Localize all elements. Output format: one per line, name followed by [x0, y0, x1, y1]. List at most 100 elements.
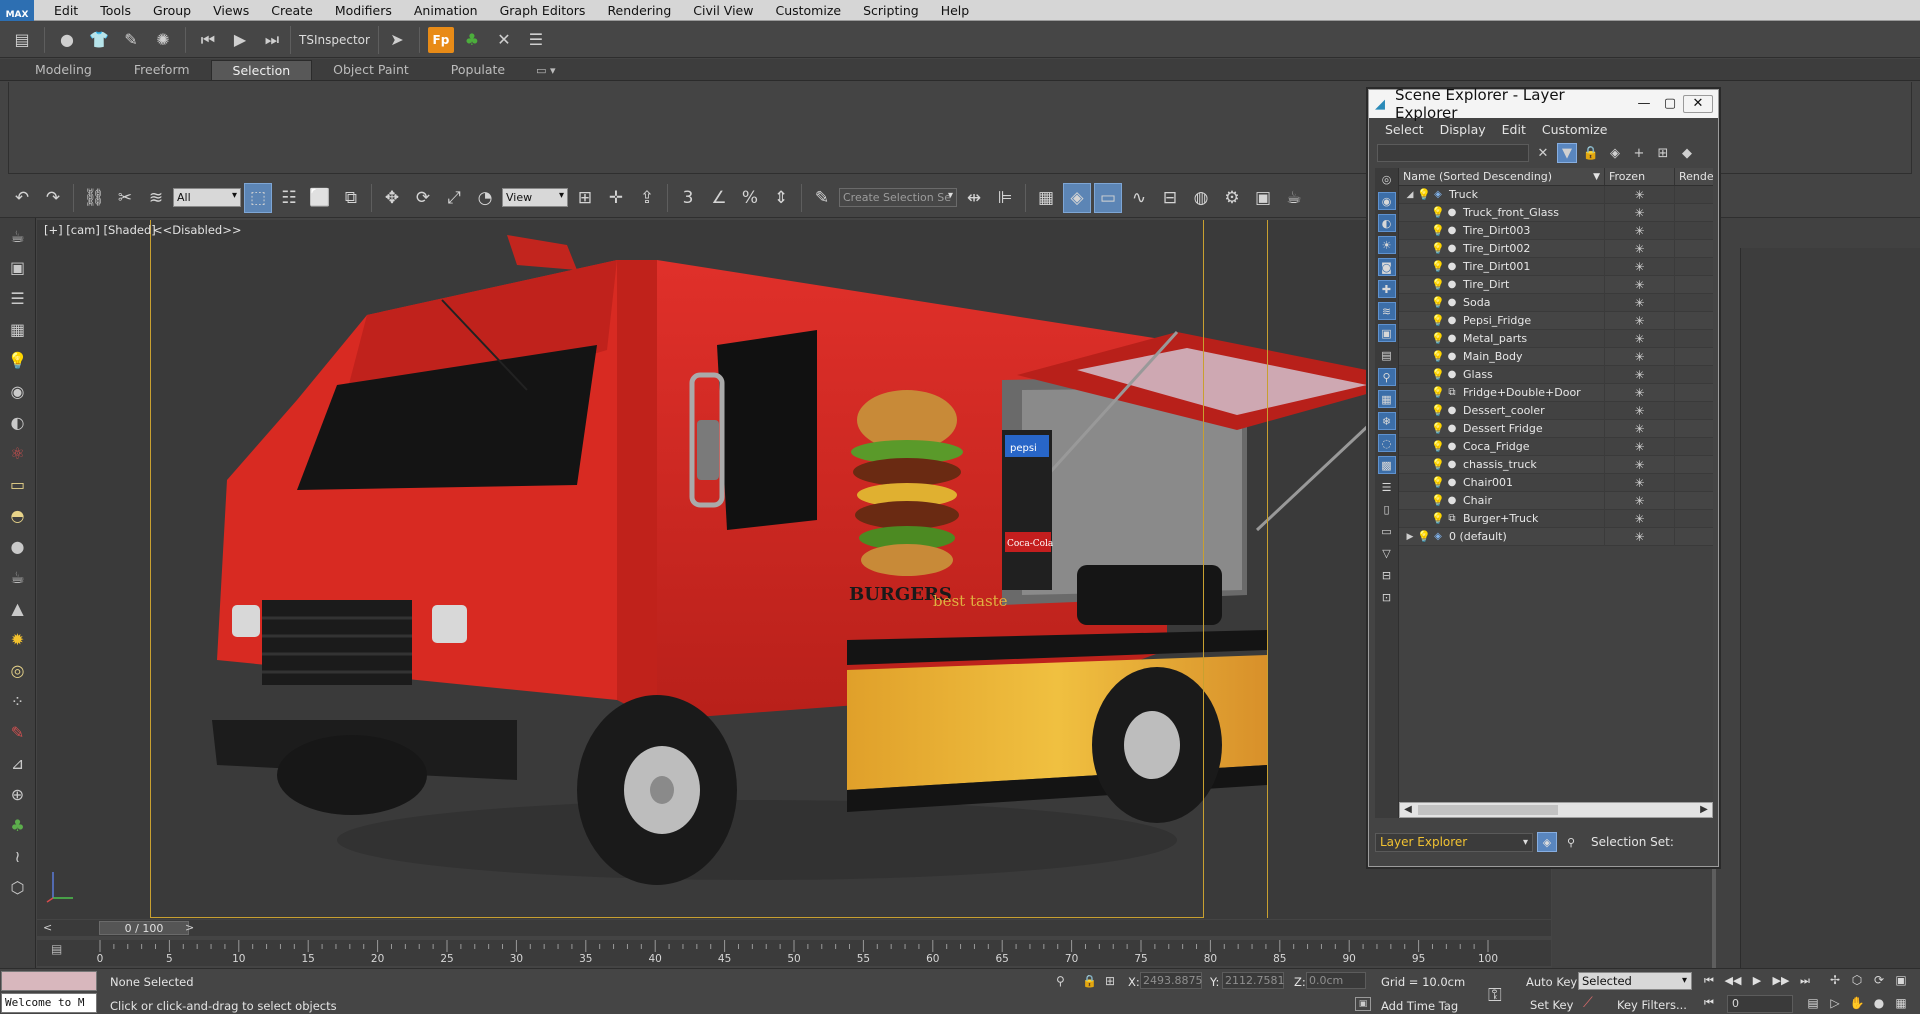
display-children-icon[interactable]: ☰ [1378, 478, 1396, 496]
row-name-cell[interactable]: 💡 ● Chair [1399, 491, 1605, 510]
renderable-cell[interactable] [1675, 294, 1713, 312]
paint-icon[interactable]: ✎ [5, 720, 31, 744]
add-time-tag-button[interactable]: Add Time Tag [1381, 999, 1458, 1013]
menu-create[interactable]: Create [260, 0, 324, 21]
auto-key-button[interactable]: Auto Key [1526, 975, 1577, 989]
visibility-bulb-icon[interactable]: 💡 [1431, 314, 1445, 327]
teapot-object-icon[interactable]: ☕ [5, 565, 31, 589]
visibility-bulb-icon[interactable]: 💡 [1431, 458, 1445, 471]
teapot-icon[interactable]: ☕ [5, 224, 31, 248]
z-coordinate-field[interactable]: 0.0cm [1306, 972, 1366, 989]
visibility-bulb-icon[interactable]: 💡 [1431, 440, 1445, 453]
frozen-toggle-icon[interactable]: ✳ [1605, 185, 1675, 204]
display-hidden-icon[interactable]: ◌ [1377, 434, 1396, 452]
frozen-toggle-icon[interactable]: ✳ [1605, 527, 1675, 546]
frozen-toggle-icon[interactable]: ✳ [1605, 455, 1675, 474]
scene-explorer-titlebar[interactable]: ◢ Scene Explorer - Layer Explorer — ▢ ✕ [1369, 86, 1718, 122]
time-slider-next-icon[interactable]: > [185, 920, 194, 936]
renderable-cell[interactable] [1675, 258, 1713, 276]
rect-selection-icon[interactable]: ⬜ [306, 183, 334, 213]
table-row[interactable]: 💡 ● Soda ✳ [1399, 293, 1713, 312]
image-icon[interactable]: ▣ [5, 255, 31, 279]
row-name-cell[interactable]: 💡 ● Glass [1399, 365, 1605, 384]
minimize-icon[interactable]: — [1631, 93, 1657, 115]
mesh-icon[interactable]: ⬡ [5, 875, 31, 899]
menu-group[interactable]: Group [142, 0, 202, 21]
select-children-icon[interactable]: ⊟ [1378, 566, 1396, 584]
selection-lock-icon[interactable]: 🔒 [1082, 974, 1097, 988]
row-name-cell[interactable]: 💡 ● Soda [1399, 293, 1605, 312]
table-row[interactable]: 💡 ● Pepsi_Fridge ✳ [1399, 311, 1713, 330]
unlink-icon[interactable]: ✂ [111, 183, 139, 213]
menu-views[interactable]: Views [202, 0, 260, 21]
table-row[interactable]: 💡 ● Main_Body ✳ [1399, 347, 1713, 366]
menu-help[interactable]: Help [930, 0, 981, 21]
expand-toggle-icon[interactable]: ◢ [1403, 190, 1417, 200]
box-icon[interactable]: ▭ [5, 472, 31, 496]
key-mode-toggle-icon[interactable]: ⏮ [1700, 995, 1718, 1011]
menu-graph-editors[interactable]: Graph Editors [489, 0, 597, 21]
renderable-cell[interactable] [1675, 420, 1713, 438]
renderable-cell[interactable] [1675, 186, 1713, 204]
table-row[interactable]: 💡 ● Chair001 ✳ [1399, 473, 1713, 492]
ribbon-toggle-icon[interactable]: ▭ [1094, 182, 1122, 213]
row-name-cell[interactable]: 💡 ● Coca_Fridge [1399, 437, 1605, 456]
tab-freeform[interactable]: Freeform [113, 60, 211, 80]
display-helpers-icon[interactable]: ✚ [1377, 280, 1396, 298]
frozen-toggle-icon[interactable]: ✳ [1605, 311, 1675, 330]
column-name-header[interactable]: Name (Sorted Descending) [1399, 168, 1605, 186]
isolate-icon[interactable]: ⚲ [1056, 974, 1065, 988]
tree-icon[interactable]: ♣ [458, 26, 486, 54]
display-influences-icon[interactable]: ▯ [1378, 500, 1396, 518]
keyboard-shortcut-icon[interactable]: ⇪ [633, 183, 661, 213]
display-frozen-icon[interactable]: ❄ [1377, 412, 1396, 430]
tab-populate[interactable]: Populate [430, 60, 526, 80]
menu-tools[interactable]: Tools [89, 0, 142, 21]
key-mode-icon[interactable]: ⟋ [1583, 995, 1593, 1011]
filter-icon[interactable]: ▼ [1557, 143, 1577, 163]
time-tag-icon[interactable]: ▣ [1355, 997, 1371, 1011]
table-row[interactable]: 💡 ⧉ Fridge+Double+Door ✳ [1399, 383, 1713, 402]
display-groups-icon[interactable]: ▣ [1377, 324, 1396, 342]
window-crossing-icon[interactable]: ⧉ [337, 183, 365, 213]
scale-icon[interactable]: ⤢ [440, 183, 468, 213]
next-frame-icon[interactable]: ▶▶ [1772, 973, 1790, 989]
tab-object-paint[interactable]: Object Paint [312, 60, 430, 80]
frames-play-icon[interactable]: ▶ [226, 26, 254, 54]
se-menu-display[interactable]: Display [1432, 122, 1494, 137]
se-menu-customize[interactable]: Customize [1534, 122, 1616, 137]
visibility-bulb-icon[interactable]: 💡 [1431, 224, 1445, 237]
renderable-cell[interactable] [1675, 222, 1713, 240]
display-spacewarps-icon[interactable]: ≋ [1377, 302, 1396, 320]
frozen-toggle-icon[interactable]: ✳ [1605, 329, 1675, 348]
renderable-cell[interactable] [1675, 384, 1713, 402]
table-row[interactable]: 💡 ● Dessert Fridge ✳ [1399, 419, 1713, 438]
row-name-cell[interactable]: 💡 ● Tire_Dirt [1399, 275, 1605, 294]
percent-snap-icon[interactable]: % [736, 183, 764, 213]
viewport-camera[interactable]: pepsi Coca-Cola BURGERS best taste [+] [… [37, 220, 1551, 919]
toggle-explorer-icon[interactable]: ▦ [1032, 183, 1060, 213]
row-name-cell[interactable]: 💡 ● Dessert_cooler [1399, 401, 1605, 420]
shirt-icon[interactable]: 👕 [85, 26, 113, 54]
renderable-cell[interactable] [1675, 510, 1713, 528]
frozen-toggle-icon[interactable]: ✳ [1605, 509, 1675, 528]
undo-icon[interactable]: ↶ [8, 183, 36, 213]
visibility-bulb-icon[interactable]: 💡 [1431, 350, 1445, 363]
clear-search-icon[interactable]: ✕ [1533, 143, 1553, 163]
visibility-bulb-icon[interactable]: 💡 [1431, 206, 1445, 219]
list-icon[interactable]: ☰ [522, 26, 550, 54]
row-name-cell[interactable]: 💡 ● Main_Body [1399, 347, 1605, 366]
visibility-bulb-icon[interactable]: 💡 [1431, 332, 1445, 345]
row-name-cell[interactable]: 💡 ● Tire_Dirt003 [1399, 221, 1605, 240]
rotate-icon[interactable]: ⟳ [409, 183, 437, 213]
frozen-toggle-icon[interactable]: ✳ [1605, 347, 1675, 366]
reference-coord-dropdown[interactable]: View [502, 188, 568, 207]
visibility-bulb-icon[interactable]: 💡 [1431, 278, 1445, 291]
visibility-bulb-icon[interactable]: 💡 [1431, 476, 1445, 489]
table-row[interactable]: 💡 ● Dessert_cooler ✳ [1399, 401, 1713, 420]
hierarchy-mode-icon[interactable]: ⚲ [1561, 832, 1581, 852]
table-row[interactable]: 💡 ● Tire_Dirt002 ✳ [1399, 239, 1713, 258]
viewport-label[interactable]: [+] [cam] [Shaded] [44, 223, 156, 237]
table-row[interactable]: 💡 ● Tire_Dirt ✳ [1399, 275, 1713, 294]
camera-icon[interactable]: ◉ [5, 379, 31, 403]
